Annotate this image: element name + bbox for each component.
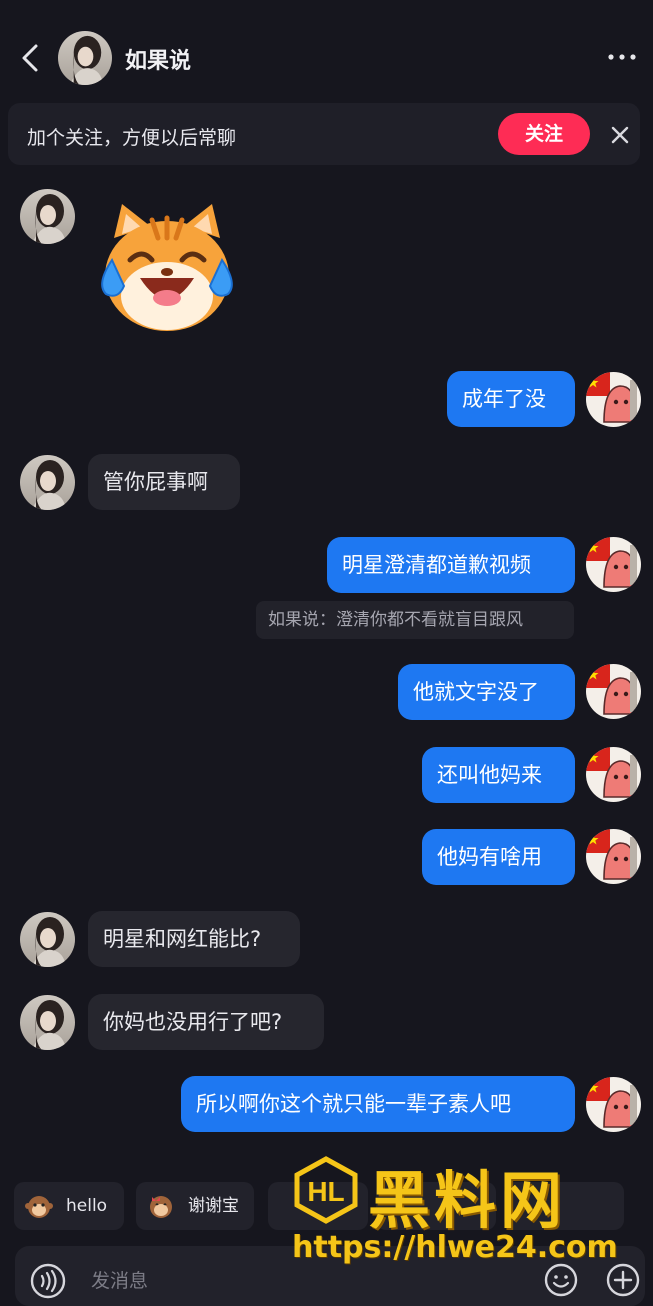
contact-avatar[interactable] (20, 455, 75, 510)
quoted-reply[interactable]: 如果说：澄清你都不看就盲目跟风 (256, 601, 574, 639)
monkey-wave-icon (25, 1196, 53, 1218)
chat-header: 如果说 (0, 0, 653, 112)
outgoing-message-bubble[interactable]: 还叫他妈来 (422, 747, 575, 803)
watermark-url: https://hlwe24.com (292, 1230, 618, 1265)
quick-reply-label: hello (66, 1196, 108, 1216)
voice-input-icon[interactable] (29, 1262, 67, 1300)
outgoing-message-bubble[interactable]: 所以啊你这个就只能一辈子素人吧 (181, 1076, 575, 1132)
incoming-message-bubble[interactable]: 管你屁事啊 (88, 454, 240, 510)
monkey-bow-icon (150, 1196, 172, 1218)
follow-button[interactable]: 关注 (498, 113, 590, 155)
quick-reply-thanks[interactable]: 谢谢宝 (136, 1182, 254, 1230)
my-avatar[interactable] (586, 664, 641, 719)
more-options-icon[interactable] (604, 46, 640, 68)
follow-banner-text: 加个关注，方便以后常聊 (27, 127, 237, 149)
contact-avatar[interactable] (20, 912, 75, 967)
follow-banner: 加个关注，方便以后常聊 关注 (8, 103, 640, 165)
contact-avatar[interactable] (58, 31, 112, 85)
watermark-logo-icon: HL (294, 1156, 358, 1224)
quick-reply-label: 谢谢宝 (188, 1196, 239, 1216)
incoming-message-bubble[interactable]: 明星和网红能比? (88, 911, 300, 967)
watermark: HL 黑料网 https://hlwe24.com (290, 1150, 650, 1280)
back-arrow-icon[interactable] (14, 40, 48, 76)
incoming-message-bubble[interactable]: 你妈也没用行了吧? (88, 994, 324, 1050)
contact-avatar[interactable] (20, 995, 75, 1050)
contact-avatar[interactable] (20, 189, 75, 244)
my-avatar[interactable] (586, 829, 641, 884)
my-avatar[interactable] (586, 1077, 641, 1132)
outgoing-message-bubble[interactable]: 明星澄清都道歉视频 (327, 537, 575, 593)
outgoing-message-bubble[interactable]: 成年了没 (447, 371, 575, 427)
my-avatar[interactable] (586, 537, 641, 592)
outgoing-message-bubble[interactable]: 他妈有啥用 (422, 829, 575, 885)
outgoing-message-bubble[interactable]: 他就文字没了 (398, 664, 575, 720)
watermark-text: 黑料网 (368, 1164, 567, 1237)
svg-text:HL: HL (307, 1176, 344, 1207)
contact-name: 如果说 (125, 49, 192, 74)
close-icon[interactable] (606, 121, 634, 149)
laughing-crying-cat-sticker (101, 204, 233, 331)
quick-reply-hello[interactable]: hello (14, 1182, 124, 1230)
my-avatar[interactable] (586, 747, 641, 802)
my-avatar[interactable] (586, 372, 641, 427)
